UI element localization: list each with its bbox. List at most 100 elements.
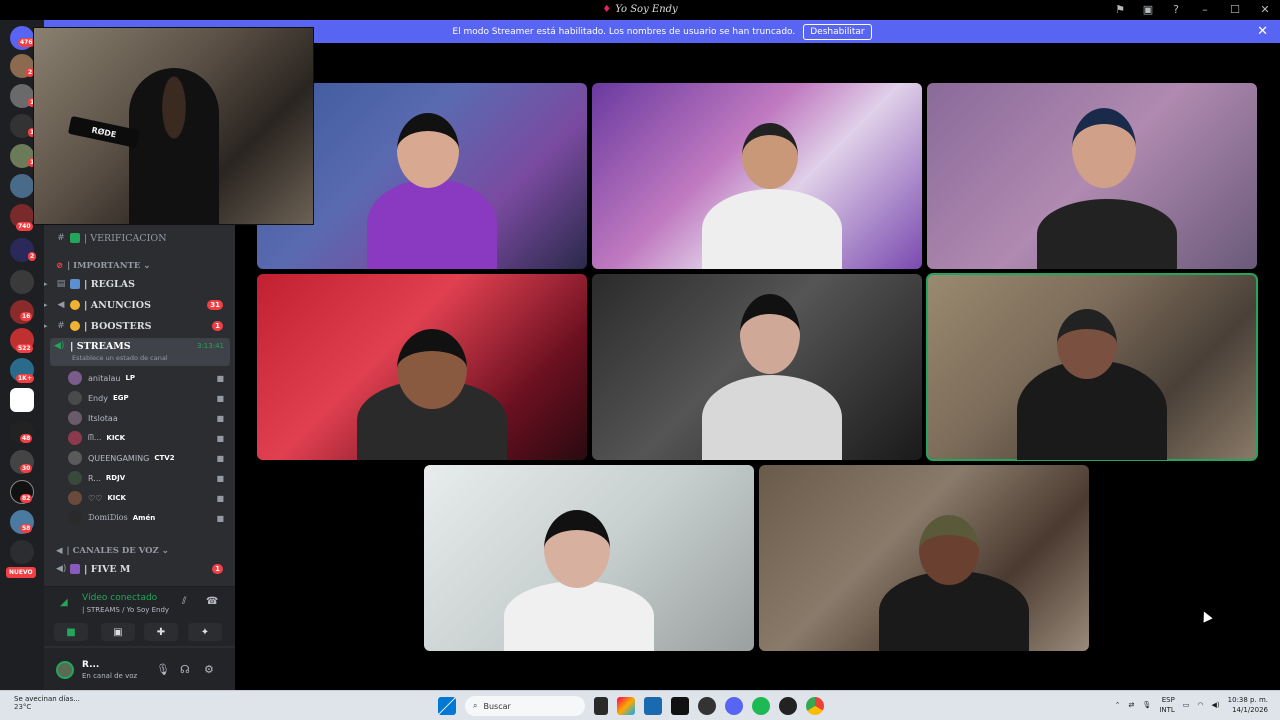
- wifi-icon[interactable]: ◠: [1197, 701, 1203, 709]
- doc-icon: ▤: [56, 279, 66, 289]
- chevron-down-icon: ⌄: [161, 546, 169, 556]
- minimize-button[interactable]: –: [1198, 3, 1212, 16]
- avatar: [68, 371, 82, 385]
- voice-state[interactable]: Vídeo conectado: [82, 593, 157, 603]
- activities-button[interactable]: ✚: [144, 623, 178, 641]
- camera-icon: ■: [216, 453, 224, 463]
- help-icon[interactable]: ?: [1170, 2, 1182, 16]
- microphone-icon[interactable]: 🎙: [1142, 701, 1151, 709]
- avatar[interactable]: [56, 661, 74, 679]
- clock[interactable]: 10:38 p. m. 14/1/2026: [1228, 695, 1268, 715]
- disconnect-icon[interactable]: ☎: [206, 596, 218, 607]
- video-tile[interactable]: [927, 83, 1257, 269]
- screen-share-button[interactable]: ▣: [101, 623, 135, 641]
- inbox-icon[interactable]: ⚑: [1114, 2, 1126, 16]
- check-icon: [70, 233, 80, 243]
- channel-streams[interactable]: ◀) | STREAMS Establece un estado de cana…: [50, 338, 230, 366]
- server-badge: 82: [20, 494, 33, 503]
- voice-user[interactable]: QUEENGAMING CTV2 ■: [68, 448, 228, 468]
- server-badge: 1K+: [16, 374, 34, 383]
- search-input[interactable]: ⌕ Buscar: [465, 696, 585, 716]
- close-window-button[interactable]: ✕: [1258, 3, 1272, 16]
- gear-icon[interactable]: ⚙: [204, 663, 214, 676]
- channel-five-m[interactable]: ◀) | FIVE M 1: [44, 559, 235, 579]
- voice-connection-panel: ◢ Vídeo conectado | STREAMS / Yo Soy End…: [44, 586, 235, 646]
- video-tile[interactable]: [257, 274, 587, 460]
- user-tag: KICK: [107, 494, 126, 502]
- headphones-icon[interactable]: ☊: [180, 663, 190, 676]
- voice-user-name: Endy: [88, 393, 108, 403]
- participant-head: [397, 113, 459, 188]
- soundboard-button[interactable]: ✦: [188, 623, 222, 641]
- video-tile-speaking[interactable]: [926, 273, 1258, 461]
- copilot-icon[interactable]: [617, 697, 635, 715]
- megaphone-icon: ◀: [57, 300, 65, 310]
- participant-head: [919, 515, 979, 585]
- voice-user[interactable]: ᗰ... KICK ■: [68, 428, 228, 448]
- noise-suppression-icon[interactable]: ⫽: [182, 596, 186, 607]
- participant-figure: [367, 179, 497, 269]
- voice-user[interactable]: R... RDJV ■: [68, 468, 228, 488]
- voice-user-name: QUEENGAMING: [88, 453, 150, 463]
- alien-icon: [70, 564, 80, 574]
- category-canales-de-voz[interactable]: ◀ | CANALES DE VOZ ⌄: [56, 546, 169, 556]
- close-icon[interactable]: ✕: [1257, 24, 1268, 39]
- nuevo-badge: NUEVO: [6, 567, 36, 578]
- language-indicator[interactable]: ESP INTL: [1159, 695, 1174, 715]
- network-icon[interactable]: ⇄: [1129, 701, 1135, 709]
- participant-head: [1072, 108, 1136, 188]
- discover-icon[interactable]: [10, 540, 34, 564]
- voice-user[interactable]: anitalau LP ■: [68, 368, 228, 388]
- channel-status[interactable]: Establece un estado de canal: [72, 354, 168, 362]
- start-icon[interactable]: [438, 697, 456, 715]
- display-icon[interactable]: ▭: [1183, 701, 1190, 709]
- microphone-icon[interactable]: 🎙: [156, 663, 170, 676]
- spotify-icon[interactable]: [752, 697, 770, 715]
- camera-button[interactable]: ■: [54, 623, 88, 641]
- voice-user[interactable]: Itslotaa ■: [68, 408, 228, 428]
- video-tile[interactable]: [424, 465, 754, 651]
- clock-date: 14/1/2026: [1232, 706, 1268, 714]
- chevron-right-icon: ▸: [44, 322, 48, 330]
- video-tile[interactable]: [592, 274, 922, 460]
- call-timer: 3:13:41: [197, 342, 224, 350]
- window-title-text: Yo Soy Endy: [615, 4, 678, 15]
- discord-icon[interactable]: [725, 697, 743, 715]
- task-view-icon[interactable]: [594, 697, 608, 715]
- chrome-icon[interactable]: [806, 697, 824, 715]
- voice-channel-label[interactable]: | STREAMS / Yo Soy Endy: [82, 606, 169, 614]
- voice-user[interactable]: Endy EGP ■: [68, 388, 228, 408]
- video-tile[interactable]: [592, 83, 922, 269]
- server-logo-icon: ♦: [602, 4, 612, 15]
- channel-verificacion[interactable]: # | VERIFICACION: [44, 228, 235, 248]
- category-importante[interactable]: ⊘ | IMPORTANTE ⌄: [56, 261, 150, 271]
- channel-boosters[interactable]: ▸ # | BOOSTERS 1: [44, 316, 235, 336]
- channel-anuncios[interactable]: ▸ ◀ | ANUNCIOS 31: [44, 295, 235, 315]
- video-tile[interactable]: [759, 465, 1089, 651]
- weather-title: Se avecinan días...: [14, 695, 80, 703]
- server-icon[interactable]: [10, 270, 34, 294]
- channel-reglas[interactable]: ▸ ▤ | REGLAS: [44, 274, 235, 294]
- voice-user[interactable]: ♡♡ KICK ■: [68, 488, 228, 508]
- avatar: [68, 511, 82, 525]
- store-icon[interactable]: [644, 697, 662, 715]
- chevron-down-icon: ⌄: [143, 261, 151, 271]
- volume-icon[interactable]: ◀): [1212, 701, 1220, 709]
- maximize-button[interactable]: ☐: [1228, 3, 1242, 16]
- chevron-up-icon[interactable]: ⌃: [1115, 701, 1121, 709]
- server-icon[interactable]: [10, 174, 34, 198]
- username: R...: [82, 660, 100, 670]
- disable-streamer-button[interactable]: Deshabilitar: [803, 23, 872, 40]
- avatar: [68, 471, 82, 485]
- avatar: [68, 451, 82, 465]
- participant-head: [740, 294, 800, 374]
- lang-bottom: INTL: [1159, 706, 1175, 714]
- app-icon[interactable]: [698, 697, 716, 715]
- no-entry-icon: ⊘: [56, 261, 64, 271]
- app-icon[interactable]: [779, 697, 797, 715]
- voice-user[interactable]: ᗪomiᗪios Amén ■: [68, 508, 228, 528]
- app-icon[interactable]: [671, 697, 689, 715]
- screen-share-icon[interactable]: ▣: [1142, 2, 1154, 16]
- weather-widget[interactable]: Se avecinan días... 23°C: [14, 695, 80, 711]
- server-icon[interactable]: [10, 388, 34, 412]
